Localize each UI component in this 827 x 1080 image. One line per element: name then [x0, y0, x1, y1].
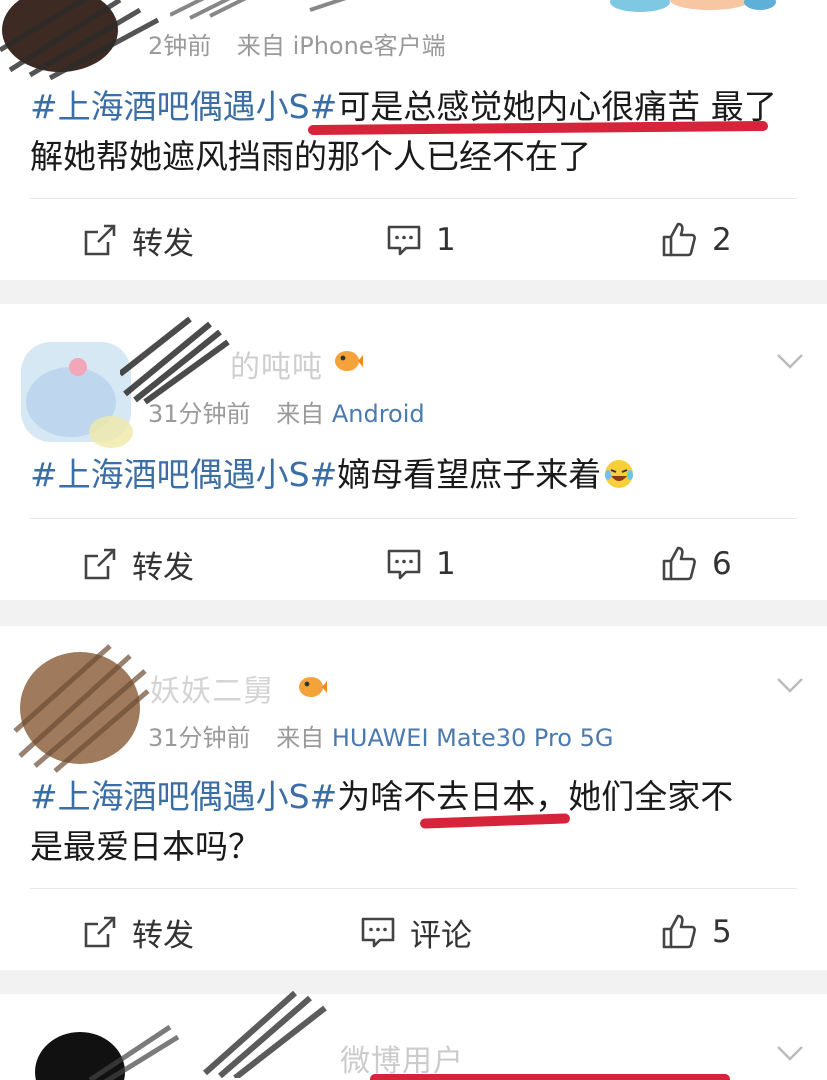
comment-icon: [387, 225, 421, 256]
post-card-3: 妖妖二舅 31分钟前 来自 HUAWEI Mate30 Pro 5G #上海酒吧…: [0, 626, 827, 970]
chevron-down-icon[interactable]: [775, 346, 805, 376]
repost-label: 转发: [132, 549, 194, 586]
like-icon: [662, 222, 696, 257]
source-prefix: 来自: [276, 400, 325, 428]
comment-icon: [361, 917, 395, 948]
like-count: 5: [712, 914, 732, 950]
repost-button[interactable]: 转发: [82, 210, 194, 270]
post-meta: 31分钟前 来自 HUAWEI Mate30 Pro 5G: [148, 718, 613, 753]
post-time: 31分钟前: [148, 724, 251, 752]
chevron-down-icon[interactable]: [775, 670, 805, 700]
avatar[interactable]: [0, 0, 160, 80]
post-time-suffix: 钟前: [163, 32, 212, 60]
repost-icon: [84, 224, 116, 256]
post-card-4: 微博用户: [0, 990, 827, 1080]
comment-count: 1: [436, 222, 456, 258]
red-underline-annotation: [370, 1074, 730, 1080]
username-scribble: [120, 316, 230, 404]
comment-label: 评论: [410, 917, 472, 954]
comment-button[interactable]: 评论: [360, 902, 472, 962]
laugh-cry-emoji: [605, 460, 634, 488]
avatar[interactable]: [10, 636, 150, 776]
divider: [30, 888, 797, 889]
post-body: #上海酒吧偶遇小S#嫡母看望庶子来着: [30, 450, 797, 500]
comment-button[interactable]: 1: [386, 534, 456, 594]
comment-icon: [387, 549, 421, 580]
post-text: 嫡母看望庶子来着: [337, 455, 602, 494]
like-icon: [662, 546, 696, 581]
source-name: Android: [331, 400, 425, 428]
decoration-image: [610, 0, 776, 12]
fish-badge-icon: [335, 351, 363, 371]
repost-icon: [84, 548, 116, 580]
source-name: iPhone客户端: [292, 32, 446, 60]
like-button[interactable]: 6: [660, 534, 732, 594]
username[interactable]: 的吨吨: [230, 342, 323, 386]
repost-label: 转发: [132, 225, 194, 262]
comment-button[interactable]: 1: [386, 210, 456, 270]
like-count: 6: [712, 546, 732, 582]
repost-button[interactable]: 转发: [82, 534, 194, 594]
post-body: #上海酒吧偶遇小S#为啥不去日本，她们全家不 是最爱日本吗？: [30, 772, 797, 872]
post-card-1: 2钟前 来自 iPhone客户端 #上海酒吧偶遇小S#可是总感觉她内心很痛苦 最…: [0, 0, 827, 280]
post-time: 31分钟前: [148, 400, 251, 428]
like-button[interactable]: 5: [660, 902, 732, 962]
like-count: 2: [712, 222, 732, 258]
repost-button[interactable]: 转发: [82, 902, 194, 962]
repost-icon: [84, 916, 116, 948]
hashtag-link[interactable]: #上海酒吧偶遇小S#: [30, 87, 337, 126]
repost-label: 转发: [132, 917, 194, 954]
source-prefix: 来自: [236, 32, 285, 60]
action-bar: 转发 评论 5: [0, 902, 827, 962]
hashtag-link[interactable]: #上海酒吧偶遇小S#: [30, 777, 337, 816]
action-bar: 转发 1 6: [0, 534, 827, 594]
post-card-2: 的吨吨 31分钟前 来自 Android #上海酒吧偶遇小S#嫡母看望庶子来着 …: [0, 304, 827, 600]
username-scribble: [170, 0, 347, 20]
hashtag-link[interactable]: #上海酒吧偶遇小S#: [30, 455, 337, 494]
post-text-line2: 是最爱日本吗？: [30, 827, 261, 866]
source-name: HUAWEI Mate30 Pro 5G: [331, 724, 614, 752]
divider: [30, 198, 797, 199]
chevron-down-icon[interactable]: [775, 1038, 805, 1068]
action-bar: 转发 1 2: [0, 210, 827, 270]
username-scribble: [203, 990, 327, 1078]
username[interactable]: 妖妖二舅: [150, 666, 274, 710]
avatar[interactable]: [20, 1022, 180, 1080]
post-meta: 2钟前 来自 iPhone客户端: [148, 26, 446, 61]
post-text-line1: 为啥不去日本，她们全家不: [337, 777, 734, 816]
source-prefix: 来自: [276, 724, 325, 752]
comment-count: 1: [436, 546, 456, 582]
like-button[interactable]: 2: [660, 210, 732, 270]
post-time: 2: [148, 32, 164, 60]
fish-badge-icon: [299, 677, 327, 697]
like-icon: [662, 914, 696, 949]
divider: [30, 518, 797, 519]
post-meta: 31分钟前 来自 Android: [148, 394, 425, 429]
